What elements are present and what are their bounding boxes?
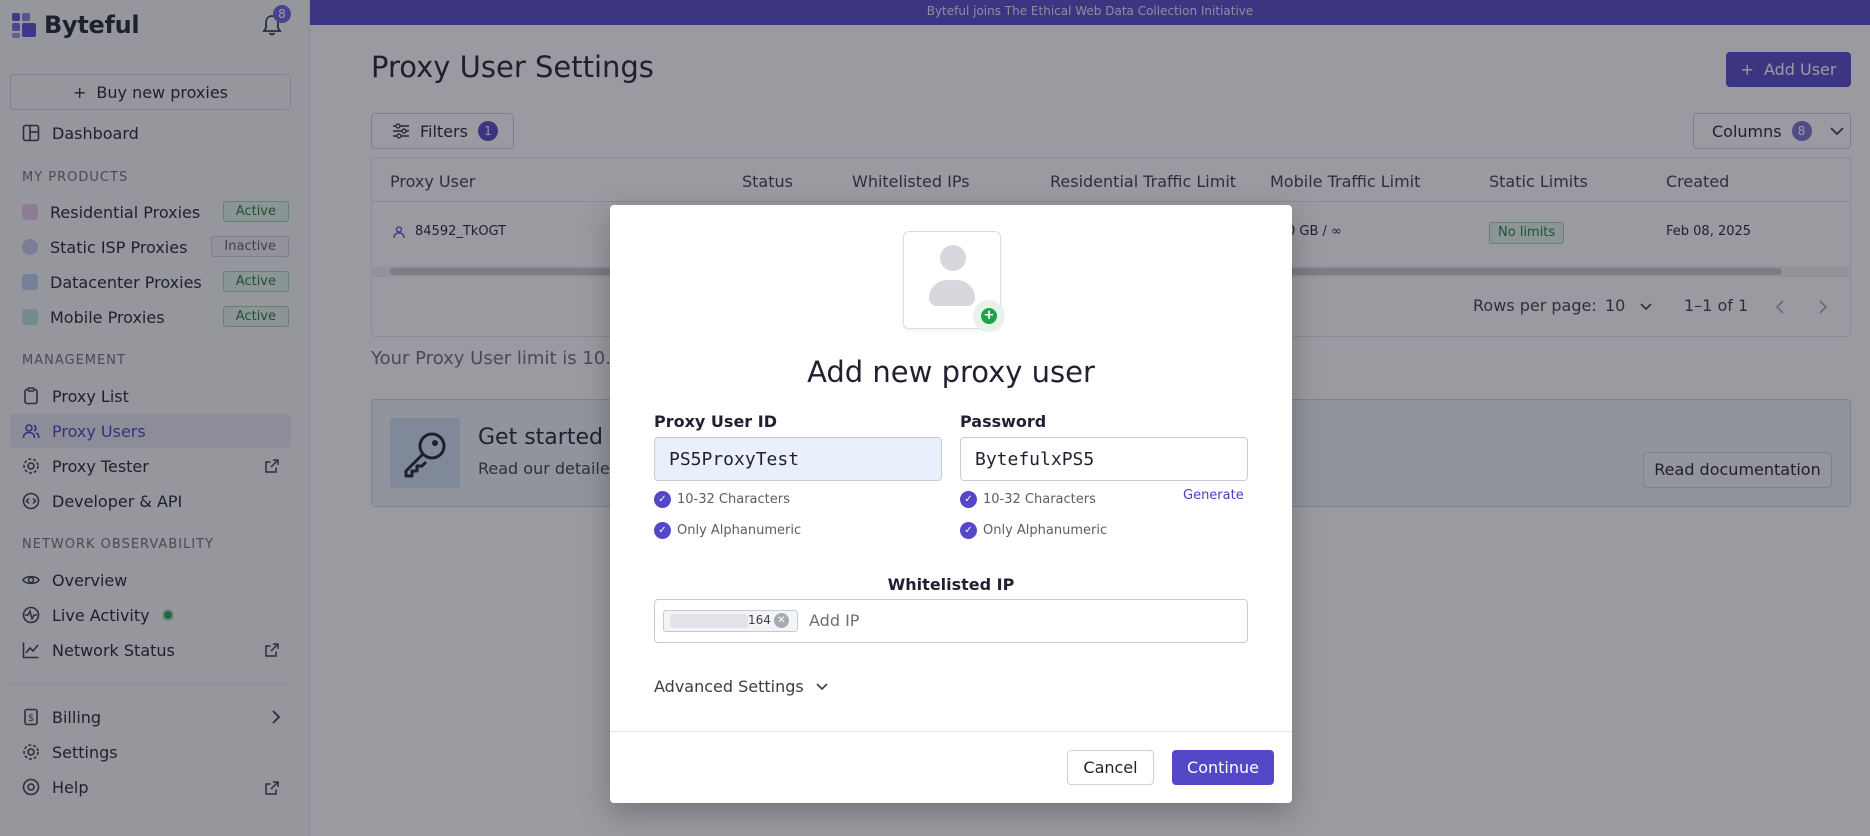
advanced-settings-toggle[interactable]: Advanced Settings [654, 677, 828, 696]
check-icon: ✓ [960, 522, 977, 539]
avatar-body [929, 280, 975, 306]
check-icon: ✓ [960, 491, 977, 508]
ip-chip-redacted [670, 614, 748, 628]
user-id-rule-alphanumeric: ✓ Only Alphanumeric [654, 522, 801, 539]
password-rule-alphanumeric: ✓ Only Alphanumeric [960, 522, 1107, 539]
modal-title: Add new proxy user [807, 355, 1095, 389]
check-icon: ✓ [654, 522, 671, 539]
password-input[interactable]: BytefulxPS5 [960, 437, 1248, 481]
continue-button[interactable]: Continue [1172, 750, 1274, 785]
user-id-rule-length: ✓ 10-32 Characters [654, 491, 790, 508]
ip-chip-text: 164 [748, 613, 771, 627]
check-icon: ✓ [654, 491, 671, 508]
modal-footer-divider [610, 731, 1292, 732]
password-label: Password [960, 412, 1047, 431]
whitelisted-ip-label: Whitelisted IP [887, 575, 1015, 594]
add-plus-icon: + [981, 308, 997, 324]
password-rule-length: ✓ 10-32 Characters [960, 491, 1096, 508]
cancel-button[interactable]: Cancel [1067, 750, 1154, 785]
generate-password-link[interactable]: Generate [1183, 488, 1244, 503]
chevron-down-icon [816, 682, 828, 690]
add-ip-input[interactable]: Add IP [809, 611, 859, 630]
proxy-user-id-input[interactable]: PS5ProxyTest [654, 437, 942, 481]
proxy-user-id-label: Proxy User ID [654, 412, 777, 431]
avatar-head [940, 245, 966, 271]
remove-ip-icon[interactable]: ✕ [774, 613, 789, 628]
